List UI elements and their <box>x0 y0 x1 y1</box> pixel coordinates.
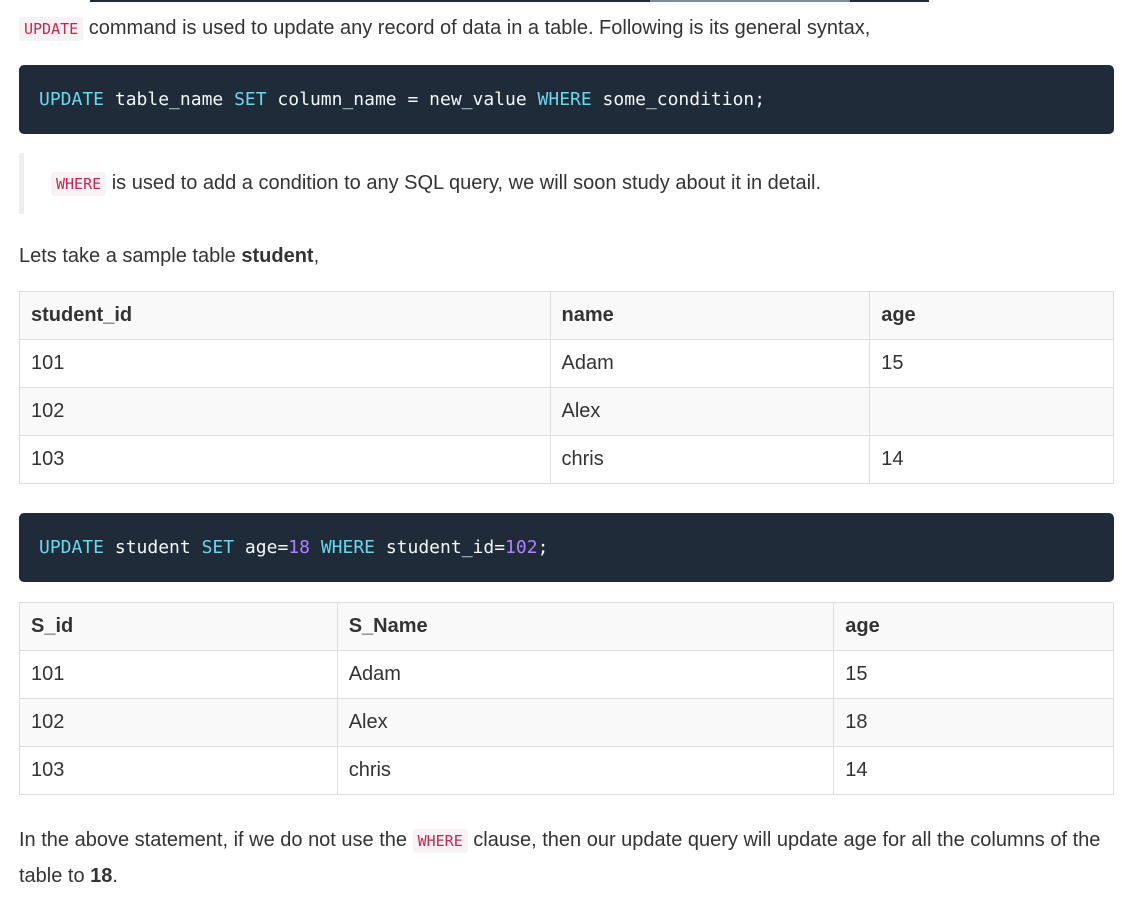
table-cell: 101 <box>19 339 551 388</box>
table-cell: 15 <box>869 339 1114 388</box>
table-cell: 102 <box>19 698 338 747</box>
table-row: 102 Alex <box>19 387 1114 436</box>
sample-tail: , <box>313 245 320 267</box>
student-table-after: S_id S_Name age 101 Adam 15 102 Alex 18 … <box>19 602 1114 795</box>
table-header-row: student_id name age <box>19 291 1114 340</box>
table-cell: 15 <box>833 650 1114 699</box>
note-blockquote: WHERE is used to add a condition to any … <box>19 153 1114 214</box>
code-text: student_id= <box>375 537 506 558</box>
syntax-code-block[interactable]: UPDATE table_name SET column_name = new_… <box>19 65 1114 134</box>
intro-paragraph: UPDATE command is used to update any rec… <box>19 11 870 47</box>
sample-table-name: student <box>241 245 314 267</box>
inline-code-where: WHERE <box>412 829 468 853</box>
code-number: 102 <box>505 537 538 558</box>
table-cell: chris <box>336 746 835 795</box>
inline-code-where: WHERE <box>51 172 107 196</box>
table-cell: 18 <box>833 698 1114 747</box>
outro-text: In the above statement, if we do not use… <box>19 829 413 851</box>
column-header: S_Name <box>336 602 835 651</box>
table-row: 103 chris 14 <box>19 435 1114 484</box>
kw-where: WHERE <box>537 89 592 110</box>
table-row: 102 Alex 18 <box>19 698 1114 747</box>
outro-paragraph: In the above statement, if we do not use… <box>19 823 1114 894</box>
header-image-strip <box>650 0 850 2</box>
table-cell: Alex <box>336 698 835 747</box>
code-text: table_name <box>104 89 235 110</box>
note-paragraph: WHERE is used to add a condition to any … <box>51 153 1114 215</box>
kw-update: UPDATE <box>39 537 105 558</box>
note-text: is used to add a condition to any SQL qu… <box>106 172 822 194</box>
table-cell: 14 <box>833 746 1114 795</box>
column-header: student_id <box>19 291 551 340</box>
table-cell: chris <box>549 435 871 484</box>
header-image-edge <box>90 0 929 2</box>
inline-code-update: UPDATE <box>19 17 84 41</box>
intro-text: command is used to update any record of … <box>83 17 871 39</box>
table-cell <box>869 387 1114 436</box>
table-cell: Alex <box>549 387 871 436</box>
column-header: age <box>869 291 1114 340</box>
table-row: 101 Adam 15 <box>19 339 1114 388</box>
kw-set: SET <box>201 537 235 558</box>
kw-set: SET <box>234 89 267 110</box>
code-text: age= <box>234 537 289 558</box>
outro-bold-value: 18 <box>90 865 113 887</box>
code-number: 18 <box>288 537 310 558</box>
code-text: some_condition; <box>591 89 766 110</box>
table-row: 103 chris 14 <box>19 746 1114 795</box>
student-table-before: student_id name age 101 Adam 15 102 Alex… <box>19 291 1114 484</box>
code-text: student <box>104 537 202 558</box>
table-row: 101 Adam 15 <box>19 650 1114 699</box>
table-cell: 102 <box>19 387 551 436</box>
code-text: ; <box>537 537 549 558</box>
table-cell: 14 <box>869 435 1114 484</box>
table-cell: 103 <box>19 746 338 795</box>
sample-paragraph: Lets take a sample table student, <box>19 239 319 274</box>
update-query-code-block[interactable]: UPDATE student SET age=18 WHERE student_… <box>19 513 1114 582</box>
table-header-row: S_id S_Name age <box>19 602 1114 651</box>
sample-text: Lets take a sample table <box>19 245 242 267</box>
code-text: column_name = new_value <box>266 89 538 110</box>
table-cell: Adam <box>549 339 871 388</box>
column-header: name <box>549 291 871 340</box>
column-header: S_id <box>19 602 338 651</box>
kw-where: WHERE <box>320 537 375 558</box>
outro-tail: . <box>112 865 118 887</box>
table-cell: Adam <box>336 650 835 699</box>
kw-update: UPDATE <box>39 89 105 110</box>
table-cell: 101 <box>19 650 338 699</box>
table-cell: 103 <box>19 435 551 484</box>
column-header: age <box>833 602 1114 651</box>
